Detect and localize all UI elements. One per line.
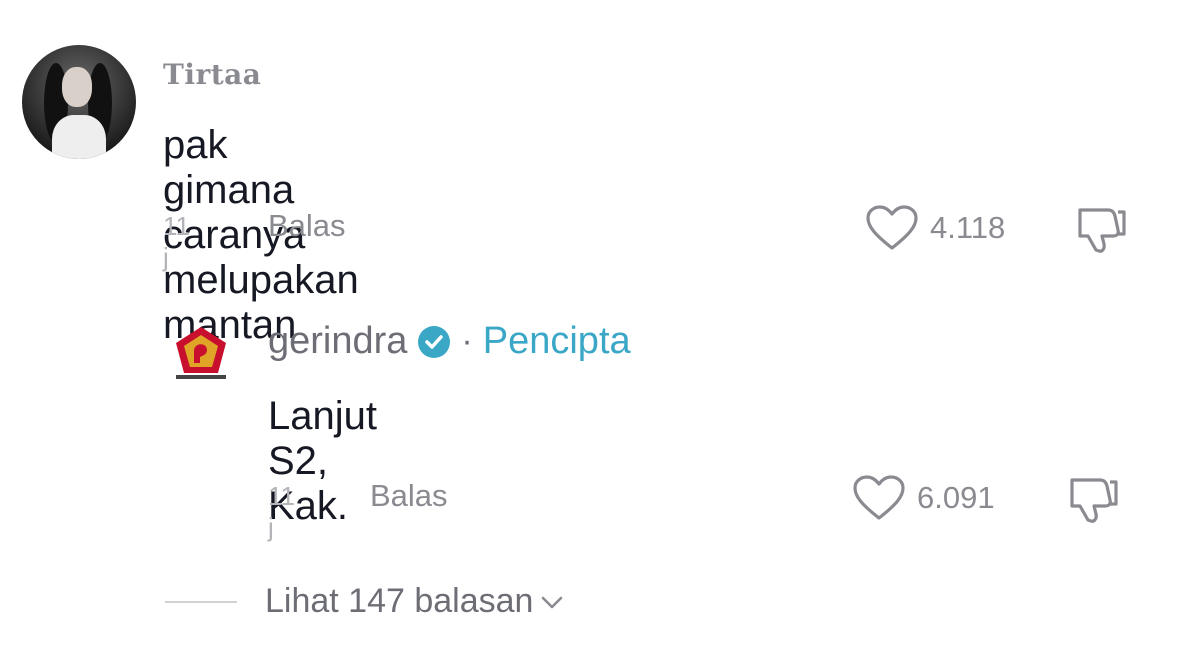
comment-reply-button[interactable]: Balas [268,208,346,244]
view-replies-label: Lihat 147 balasan [265,582,534,620]
thumbs-down-icon[interactable] [1072,204,1128,254]
avatar[interactable] [22,45,136,159]
reply-username[interactable]: gerindra [268,320,407,363]
heart-outline-icon [851,474,907,522]
comment-like-button[interactable]: 4.118 [864,204,1005,252]
comment-username[interactable]: Tirtaa [163,58,261,91]
reply-reply-button[interactable]: Balas [370,478,448,514]
reply-timestamp: 11 j [268,481,295,542]
comment-like-count: 4.118 [930,210,1006,245]
creator-badge: Pencipta [482,320,631,362]
avatar[interactable] [170,323,232,385]
separator-dot: · [461,322,473,360]
comment-timestamp: 11 j [163,211,190,272]
verified-check-icon [417,325,451,359]
chevron-down-icon [539,592,565,612]
reply-like-button[interactable]: 6.091 [851,474,995,522]
view-replies-button[interactable]: Lihat 147 balasan [165,582,565,621]
reply-like-count: 6.091 [917,480,995,515]
reply-header: gerindra · Pencipta [268,320,631,363]
divider [165,600,237,603]
heart-outline-icon [864,204,920,252]
thumbs-down-icon[interactable] [1064,474,1120,524]
